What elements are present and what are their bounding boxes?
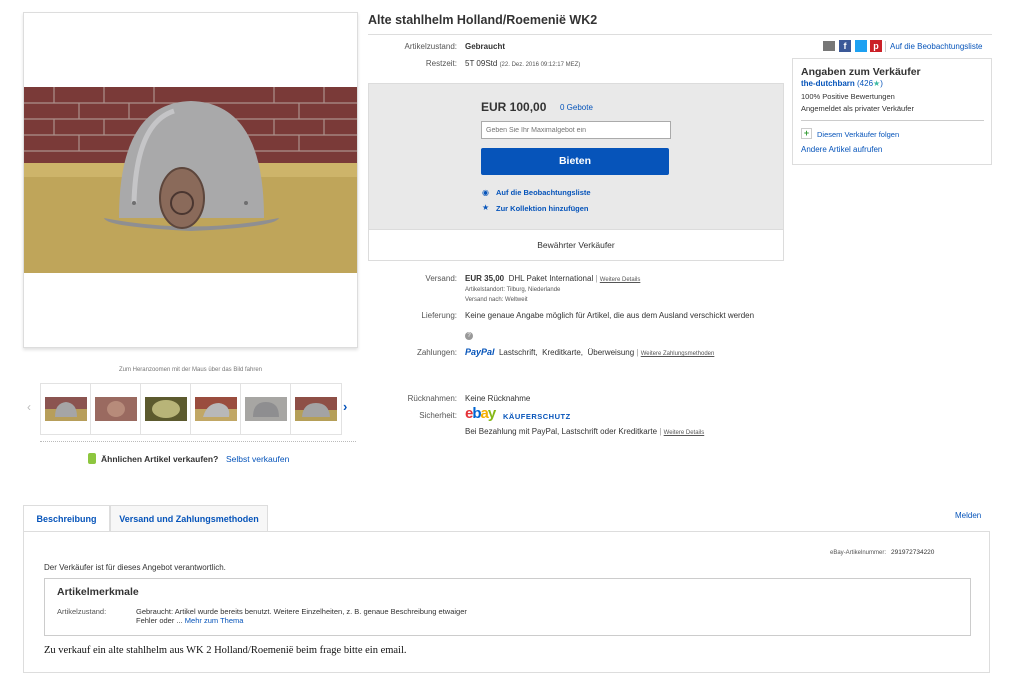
pinterest-icon[interactable]: p: [870, 40, 882, 52]
payment-method: Kreditkarte,: [542, 348, 584, 357]
star-icon: ★: [482, 203, 490, 212]
payments-row: PayPal Lastschrift, Kreditkarte, Überwei…: [465, 347, 715, 357]
mail-icon[interactable]: [823, 41, 835, 51]
thumbs-divider: [40, 441, 356, 442]
title-divider: [368, 34, 992, 35]
seller-positive: 100% Positive Bewertungen: [801, 92, 895, 101]
security-details-link[interactable]: Weitere Details: [664, 430, 705, 436]
responsibility-text: Der Verkäufer ist für dieses Angebot ver…: [44, 563, 226, 572]
zoom-hint: Zum Heranzoomen mit der Maus über das Bi…: [118, 367, 263, 373]
specifics-label: Artikelzustand:: [57, 607, 107, 616]
seller-name-row: the-dutchbarn (426★): [801, 79, 883, 88]
returns-value: Keine Rücknahme: [465, 394, 531, 403]
seller-heading: Angaben zum Verkäufer: [801, 66, 921, 78]
thumbnail[interactable]: [91, 384, 141, 434]
tab-description[interactable]: Beschreibung: [23, 505, 110, 533]
report-link[interactable]: Melden: [955, 511, 981, 520]
follow-seller-link[interactable]: Diesem Verkäufer folgen: [817, 130, 899, 139]
sell-similar-label: Ähnlichen Artikel verkaufen?: [101, 454, 219, 464]
condition-label: Artikelzustand:: [404, 42, 457, 51]
twitter-icon[interactable]: [855, 40, 867, 52]
specifics-more-link[interactable]: Mehr zum Thema: [185, 616, 244, 625]
thumbs-next-icon[interactable]: ›: [343, 399, 347, 414]
time-left: 5T 09Std: [465, 59, 498, 68]
shipping-row: EUR 35,00 DHL Paket International | Weit…: [465, 274, 641, 283]
more-payments-link[interactable]: Weitere Zahlungsmethoden: [641, 351, 715, 357]
seller-score[interactable]: (426: [857, 79, 873, 88]
shipping-price: EUR 35,00: [465, 274, 505, 283]
payment-method: Überweisung: [587, 348, 635, 357]
ebay-logo: ebay: [465, 405, 496, 422]
tab-shipping-payment[interactable]: Versand und Zahlungsmethoden: [110, 505, 268, 532]
time-end-date: (22. Dez. 2016 09:12:17 MEZ): [499, 62, 581, 68]
security-label: Sicherheit:: [419, 411, 457, 420]
buyer-protection-label: KÄUFERSCHUTZ: [503, 412, 571, 421]
delivery-label: Lieferung:: [421, 311, 457, 320]
thumbnail[interactable]: [41, 384, 91, 434]
help-icon[interactable]: ?: [465, 332, 473, 340]
seller-divider: [801, 120, 984, 121]
returns-label: Rücknahmen:: [407, 394, 457, 403]
current-price: EUR 100,00: [481, 100, 547, 114]
payments-label: Zahlungen:: [416, 348, 457, 357]
seller-name-link[interactable]: the-dutchbarn: [801, 79, 855, 88]
item-location: Artikelstandort: Tilburg, Niederlande: [465, 287, 561, 293]
specifics-value-line2-row: Fehler oder ... Mehr zum Thema: [136, 616, 243, 625]
watch-link-top[interactable]: Auf die Beobachtungsliste: [890, 42, 983, 51]
main-image[interactable]: [24, 13, 357, 347]
trusted-seller-label: Bewährter Verkäufer: [537, 240, 615, 250]
thumbnail-strip: [40, 383, 342, 435]
shipping-details-link[interactable]: Weitere Details: [600, 277, 641, 283]
time-label: Restzeit:: [425, 59, 457, 68]
item-number: 291972734220: [891, 549, 935, 556]
item-description: Zu verkauf ein alte stahlhelm aus WK 2 H…: [44, 645, 407, 656]
specifics-value-line2: Fehler oder ...: [136, 616, 183, 625]
seller-private: Angemeldet als privater Verkäufer: [801, 104, 914, 113]
main-image-frame[interactable]: [23, 12, 358, 348]
follow-plus-icon: +: [801, 128, 812, 139]
bid-button[interactable]: Bieten: [481, 148, 669, 175]
item-number-label: eBay-Artikelnummer:: [830, 550, 887, 556]
facebook-icon[interactable]: f: [839, 40, 851, 52]
thumbnail[interactable]: [191, 384, 241, 434]
specifics-heading: Artikelmerkmale: [57, 586, 139, 598]
condition-value: Gebraucht: [465, 42, 506, 51]
paypal-logo: PayPal: [465, 347, 495, 357]
sell-similar-icon: [88, 453, 96, 464]
shipping-service: DHL Paket International: [508, 274, 594, 283]
collection-link[interactable]: Zur Kollektion hinzufügen: [496, 204, 589, 213]
time-value: 5T 09Std (22. Dez. 2016 09:12:17 MEZ): [465, 59, 580, 68]
seller-score-close: ): [880, 79, 883, 88]
thumbnail[interactable]: [141, 384, 191, 434]
eye-icon: ◉: [482, 188, 489, 197]
security-text-row: Bei Bezahlung mit PayPal, Lastschrift od…: [465, 427, 705, 436]
thumbnail[interactable]: [241, 384, 291, 434]
bid-count-link[interactable]: 0 Gebote: [560, 103, 593, 112]
security-text: Bei Bezahlung mit PayPal, Lastschrift od…: [465, 427, 658, 436]
delivery-text: Keine genaue Angabe möglich für Artikel,…: [465, 311, 755, 320]
thumbs-prev-icon[interactable]: ‹: [27, 400, 31, 414]
thumbnail[interactable]: [291, 384, 340, 434]
max-bid-input[interactable]: [481, 121, 671, 139]
watch-link[interactable]: Auf die Beobachtungsliste: [496, 188, 591, 197]
tabs-bar: Beschreibung Versand und Zahlungsmethode…: [23, 505, 988, 533]
share-divider: [885, 41, 886, 52]
sell-yourself-link[interactable]: Selbst verkaufen: [226, 454, 289, 464]
payment-method: Lastschrift,: [498, 348, 538, 357]
shipping-label: Versand:: [425, 274, 457, 283]
item-title: Alte stahlhelm Holland/Roemenië WK2: [368, 13, 598, 27]
ships-to: Versand nach: Weltweit: [465, 297, 528, 303]
other-items-link[interactable]: Andere Artikel aufrufen: [801, 145, 882, 154]
item-number-row: eBay-Artikelnummer: 291972734220: [830, 549, 934, 556]
trusted-seller-bar: Bewährter Verkäufer: [368, 229, 784, 261]
specifics-value-line1: Gebraucht: Artikel wurde bereits benutzt…: [136, 607, 467, 616]
